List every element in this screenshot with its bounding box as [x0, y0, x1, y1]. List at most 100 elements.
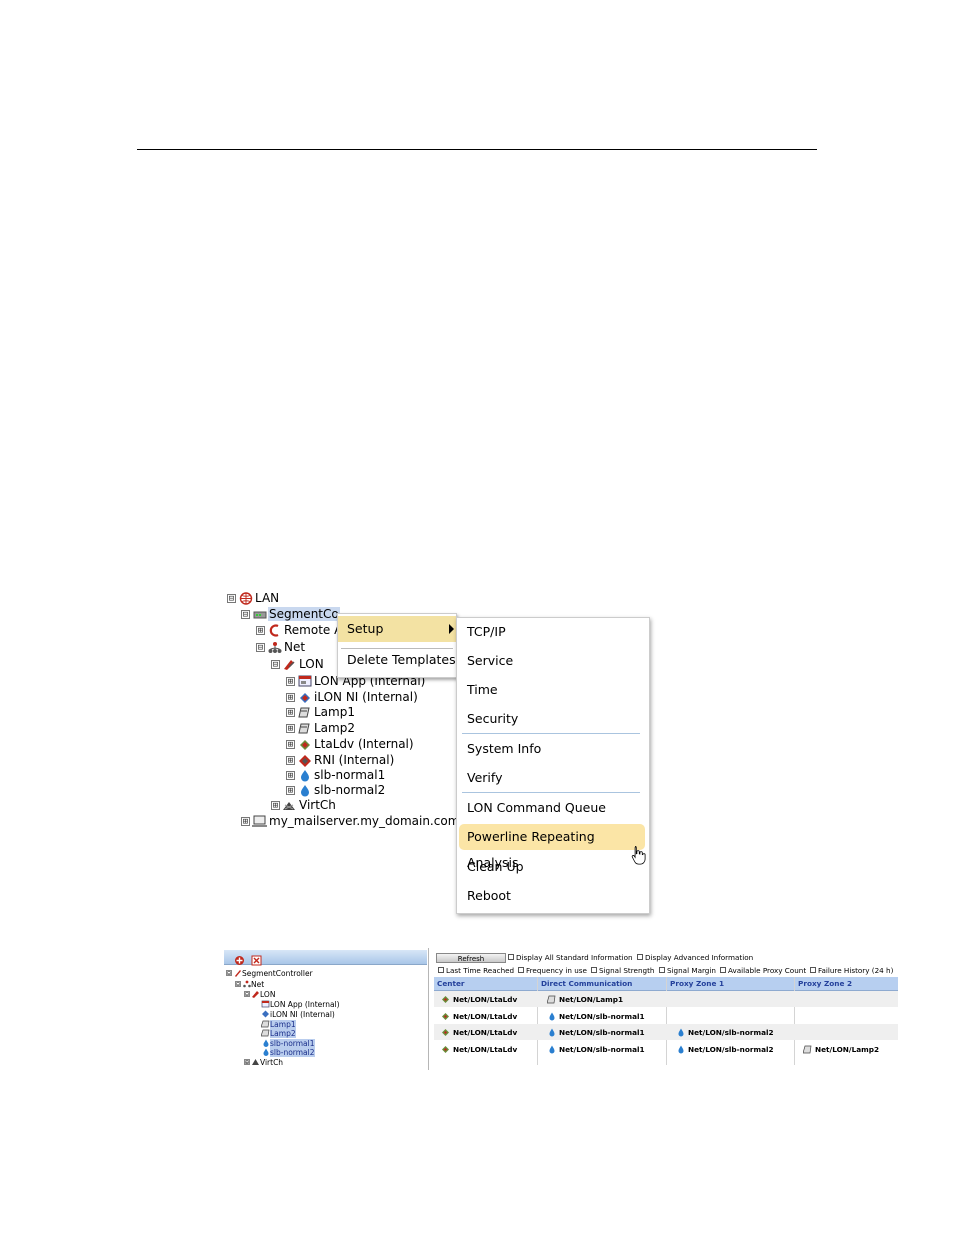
cell-text: Net/LON/LtaLdv — [453, 1027, 518, 1037]
tree2-node-lon-app[interactable]: LON App (Internal) — [261, 999, 340, 1009]
submenu-item-reboot[interactable]: Reboot — [457, 883, 649, 909]
lon-channel-icon — [251, 990, 260, 998]
collapse-toggle-icon[interactable]: ⊟ — [235, 981, 241, 988]
tree-node-lan[interactable]: ⊟ LAN — [227, 590, 280, 606]
tree-node-remote[interactable]: ⊞ Remote A — [256, 622, 343, 638]
cell-direct: Net/LON/Lamp1 — [547, 991, 623, 1007]
ltaldv-icon — [441, 1012, 450, 1021]
tree-node-lamp2[interactable]: ⊞ Lamp2 — [286, 720, 356, 736]
tree-node-lamp1[interactable]: ⊞ Lamp1 — [286, 704, 356, 720]
column-header-direct-communication[interactable]: Direct Communication — [541, 977, 632, 990]
option-available-proxy-count[interactable]: Available Proxy Count — [720, 965, 806, 975]
checkbox[interactable] — [659, 967, 665, 973]
submenu-item-system-info[interactable]: System Info — [457, 736, 649, 762]
router-icon — [252, 608, 267, 621]
tree-node-segmentcontroller[interactable]: ⊟ SegmentCo — [241, 606, 340, 622]
tree-node-slb-normal1[interactable]: ⊞ slb-normal1 — [286, 767, 386, 783]
tree-label: VirtCh — [260, 1057, 284, 1067]
column-header-proxy-zone-2[interactable]: Proxy Zone 2 — [798, 977, 852, 990]
expand-toggle-icon[interactable]: ⊞ — [286, 785, 295, 795]
application-icon — [297, 675, 312, 688]
ltaldv-icon — [441, 1045, 450, 1054]
menu-item-setup[interactable]: Setup — [338, 616, 456, 642]
submenu-item-lon-command-queue[interactable]: LON Command Queue — [457, 795, 649, 821]
collapse-toggle-icon[interactable]: ⊟ — [256, 642, 265, 652]
expand-toggle-icon[interactable]: ⊞ — [286, 739, 295, 749]
tree2-node-slb-normal2[interactable]: slb-normal2 — [261, 1047, 315, 1057]
lamp-device-icon — [297, 722, 312, 735]
collapse-toggle-icon[interactable]: ⊟ — [241, 609, 250, 619]
tree-node-ltaldv[interactable]: ⊞ LtaLdv (Internal) — [286, 736, 415, 752]
column-header-proxy-zone-1[interactable]: Proxy Zone 1 — [670, 977, 724, 990]
remote-icon — [267, 623, 282, 637]
tree-node-lon[interactable]: ⊟ LON — [271, 656, 325, 672]
expand-toggle-icon[interactable]: ⊞ — [286, 692, 295, 702]
tree-label: Remote A — [284, 623, 343, 637]
cell-text: Net/LON/slb-normal2 — [688, 1027, 774, 1037]
tree-node-mailserver[interactable]: ⊞ my_mailserver.my_domain.com — [241, 813, 460, 829]
cell-center: Net/LON/LtaLdv — [441, 991, 517, 1007]
checkbox[interactable] — [720, 967, 726, 973]
checkbox[interactable] — [508, 954, 514, 960]
checkbox[interactable] — [591, 967, 597, 973]
expand-toggle-icon[interactable]: ⊞ — [256, 625, 265, 635]
option-failure-history[interactable]: Failure History (24 h) — [810, 965, 893, 975]
submenu-item-service[interactable]: Service — [457, 648, 649, 674]
expand-toggle-icon[interactable]: ⊞ — [286, 770, 295, 780]
checkbox[interactable] — [518, 967, 524, 973]
streetlight-icon — [676, 1045, 685, 1054]
column-header-center[interactable]: Center — [437, 977, 465, 990]
checkbox[interactable] — [438, 967, 444, 973]
tree-node-slb-normal2[interactable]: ⊞ slb-normal2 — [286, 782, 386, 798]
tree-label: slb-normal1 — [314, 768, 386, 782]
option-frequency-in-use[interactable]: Frequency in use — [518, 965, 587, 975]
cell-text: Net/LON/slb-normal1 — [559, 1044, 645, 1054]
submenu-item-clean-up[interactable]: Clean Up — [457, 854, 649, 880]
option-signal-strength[interactable]: Signal Strength — [591, 965, 654, 975]
expand-toggle-icon[interactable]: ⊞ — [244, 1059, 250, 1066]
submenu-item-tcpip[interactable]: TCP/IP — [457, 619, 649, 645]
tree-node-ilon-ni[interactable]: ⊞ iLON NI (Internal) — [286, 689, 419, 705]
tree2-node-net[interactable]: ⊟ Net — [235, 979, 264, 989]
checkbox[interactable] — [810, 967, 816, 973]
tree2-node-lon[interactable]: ⊟ LON — [244, 989, 275, 999]
expand-toggle-icon[interactable]: ⊞ — [286, 755, 295, 765]
collapse-toggle-icon[interactable]: ⊟ — [271, 659, 280, 669]
option-display-advanced[interactable]: Display Advanced Information — [637, 952, 753, 962]
expand-toggle-icon[interactable]: ⊞ — [286, 723, 295, 733]
checkbox[interactable] — [637, 954, 643, 960]
collapse-toggle-icon[interactable]: ⊟ — [226, 970, 232, 977]
table-row[interactable]: Net/LON/LtaLdv Net/LON/Lamp1 — [434, 991, 898, 1007]
option-signal-margin[interactable]: Signal Margin — [659, 965, 716, 975]
submenu-item-verify[interactable]: Verify — [457, 765, 649, 791]
submenu-arrow-icon — [449, 624, 454, 634]
cell-text: Net/LON/Lamp2 — [815, 1044, 880, 1054]
expand-toggle-icon[interactable]: ⊞ — [286, 707, 295, 717]
submenu-item-security[interactable]: Security — [457, 706, 649, 732]
tree2-node-lamp2[interactable]: Lamp2 — [261, 1028, 296, 1038]
tree2-node-virtch[interactable]: ⊞ VirtCh — [244, 1057, 283, 1067]
option-display-all-standard[interactable]: Display All Standard Information — [508, 952, 633, 962]
collapse-toggle-icon[interactable]: ⊟ — [227, 593, 236, 603]
tree2-node-ilon-ni[interactable]: iLON NI (Internal) — [261, 1009, 335, 1019]
segment-controller-icon — [233, 969, 242, 977]
submenu-item-powerline-repeating-analysis[interactable]: Powerline Repeating Analysis — [459, 824, 645, 870]
tree-node-virtch[interactable]: ⊞ VirtCh — [271, 797, 337, 813]
virtual-channel-icon — [282, 799, 297, 812]
refresh-button[interactable]: Refresh — [436, 953, 506, 963]
pane-splitter[interactable] — [428, 948, 429, 1070]
expand-toggle-icon[interactable]: ⊞ — [286, 676, 295, 686]
ltaldv-icon — [297, 738, 312, 751]
tree-node-rni[interactable]: ⊞ RNI (Internal) — [286, 752, 395, 768]
expand-toggle-icon[interactable]: ⊞ — [271, 800, 280, 810]
table-row[interactable]: Net/LON/LtaLdv Net/LON/slb-normal1 Net/L… — [434, 1041, 898, 1057]
menu-item-delete-templates[interactable]: Delete Templates — [338, 647, 456, 673]
table-row[interactable]: Net/LON/LtaLdv Net/LON/slb-normal1 Net/L… — [434, 1024, 898, 1040]
option-last-time-reached[interactable]: Last Time Reached — [438, 965, 514, 975]
submenu-item-time[interactable]: Time — [457, 677, 649, 703]
expand-toggle-icon[interactable]: ⊞ — [241, 816, 250, 826]
tree-node-net[interactable]: ⊟ Net — [256, 639, 306, 655]
tree2-node-segmentcontroller[interactable]: ⊟ SegmentController — [226, 968, 313, 978]
table-row[interactable]: Net/LON/LtaLdv Net/LON/slb-normal1 — [434, 1008, 898, 1024]
collapse-toggle-icon[interactable]: ⊟ — [244, 991, 250, 998]
